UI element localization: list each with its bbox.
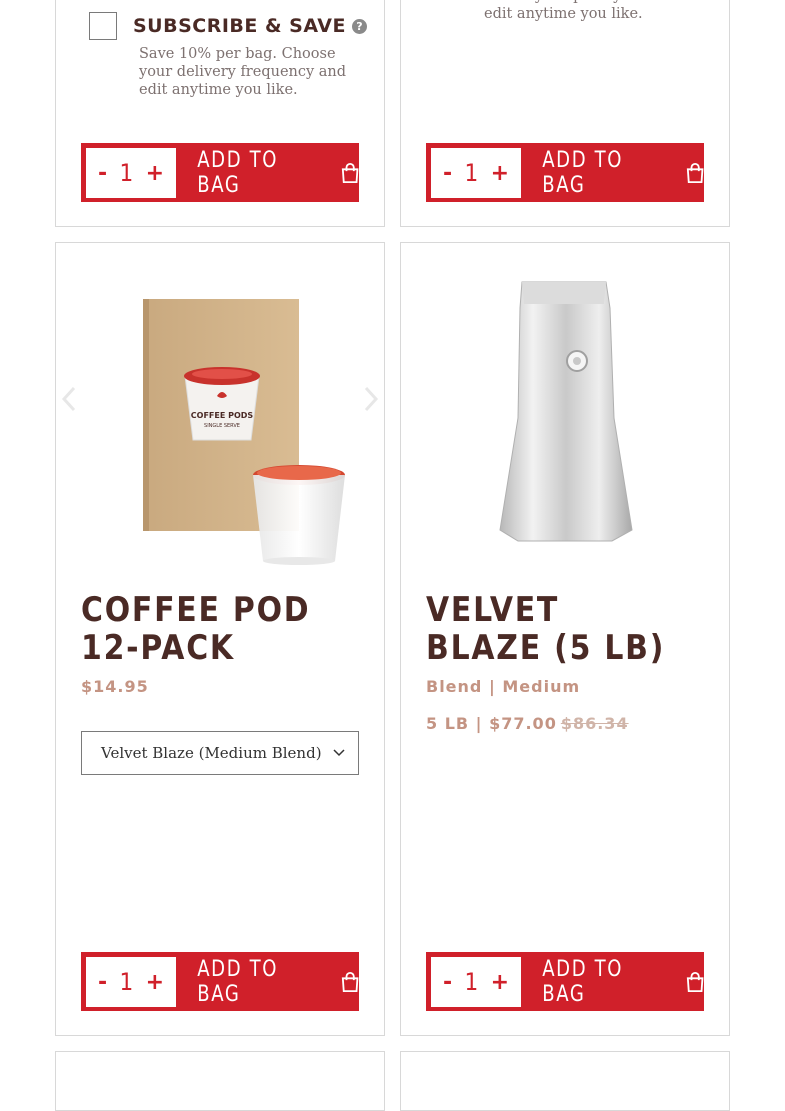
quantity-stepper: - 1 + [86, 148, 176, 198]
increment-button[interactable]: + [491, 161, 509, 186]
quantity-stepper: - 1 + [431, 148, 521, 198]
subscribe-row: Subscribe & Save ? [89, 12, 367, 40]
pod-label-text: COFFEE PODS [191, 411, 254, 420]
quantity-stepper: - 1 + [86, 957, 176, 1007]
product-card-top-right: delivery frequency and edit anytime you … [400, 0, 730, 227]
pod-label-subtext: SINGLE SERVE [204, 423, 240, 429]
subscribe-description: Save 10% per bag. Choose your delivery f… [139, 46, 347, 98]
product-card-coffee-pod: COFFEE PODS SINGLE SERVE Coffee Pod 12-P… [55, 242, 385, 1036]
increment-button[interactable]: + [146, 970, 164, 995]
subscribe-label: Subscribe & Save [133, 15, 346, 37]
chevron-right-icon[interactable] [362, 386, 380, 412]
increment-button[interactable]: + [146, 161, 164, 186]
sale-price: $77.00 [489, 714, 557, 733]
buy-bar: - 1 + Add to bag [81, 952, 359, 1011]
quantity-value[interactable]: 1 [119, 159, 133, 187]
add-to-bag-button[interactable]: Add to bag [529, 952, 704, 1011]
decrement-button[interactable]: - [98, 970, 107, 995]
product-title[interactable]: Velvet Blaze (5 lb) [426, 591, 706, 667]
quantity-value[interactable]: 1 [119, 968, 133, 996]
add-to-bag-label: Add to bag [197, 956, 279, 1007]
help-icon[interactable]: ? [351, 18, 367, 34]
velvet-blaze-bag-image[interactable] [426, 268, 704, 568]
add-to-bag-label: Add to bag [197, 147, 279, 198]
increment-button[interactable]: + [491, 970, 509, 995]
quantity-value[interactable]: 1 [464, 968, 478, 996]
decrement-button[interactable]: - [443, 161, 452, 186]
add-to-bag-label: Add to bag [542, 956, 624, 1007]
product-subtitle: Blend | Medium [426, 677, 581, 696]
add-to-bag-label: Add to bag [542, 147, 624, 198]
shopping-bag-icon [686, 971, 704, 992]
size-prefix: 5 LB | [426, 714, 490, 733]
original-price: $86.34 [560, 714, 629, 733]
decrement-button[interactable]: - [443, 970, 452, 995]
quantity-stepper: - 1 + [431, 957, 521, 1007]
buy-bar: - 1 + Add to bag [426, 143, 704, 202]
buy-bar: - 1 + Add to bag [426, 952, 704, 1011]
add-to-bag-button[interactable]: Add to bag [529, 143, 704, 202]
blend-select-value: Velvet Blaze (Medium Blend) [101, 744, 322, 762]
buy-bar: - 1 + Add to bag [81, 143, 359, 202]
chevron-left-icon[interactable] [60, 386, 78, 412]
product-card-bottom-right [400, 1051, 730, 1111]
product-price-row: 5 LB | $77.00 $86.34 [426, 714, 629, 733]
quantity-value[interactable]: 1 [464, 159, 478, 187]
chevron-down-icon [333, 749, 345, 757]
add-to-bag-button[interactable]: Add to bag [184, 952, 359, 1011]
product-price: $14.95 [81, 677, 149, 696]
product-card-subscribe: Subscribe & Save ? Save 10% per bag. Cho… [55, 0, 385, 227]
product-card-velvet-blaze: Velvet Blaze (5 lb) Blend | Medium 5 LB … [400, 242, 730, 1036]
add-to-bag-button[interactable]: Add to bag [184, 143, 359, 202]
product-card-bottom-left [55, 1051, 385, 1111]
shopping-bag-icon [341, 162, 359, 183]
shopping-bag-icon [686, 162, 704, 183]
product-title[interactable]: Coffee Pod 12-Pack [81, 591, 361, 667]
decrement-button[interactable]: - [98, 161, 107, 186]
blend-select[interactable]: Velvet Blaze (Medium Blend) [81, 731, 359, 775]
coffee-pod-product-image[interactable]: COFFEE PODS SINGLE SERVE [81, 268, 359, 568]
subscribe-checkbox[interactable] [89, 12, 117, 40]
shopping-bag-icon [341, 971, 359, 992]
subscribe-description: delivery frequency and edit anytime you … [484, 0, 653, 22]
